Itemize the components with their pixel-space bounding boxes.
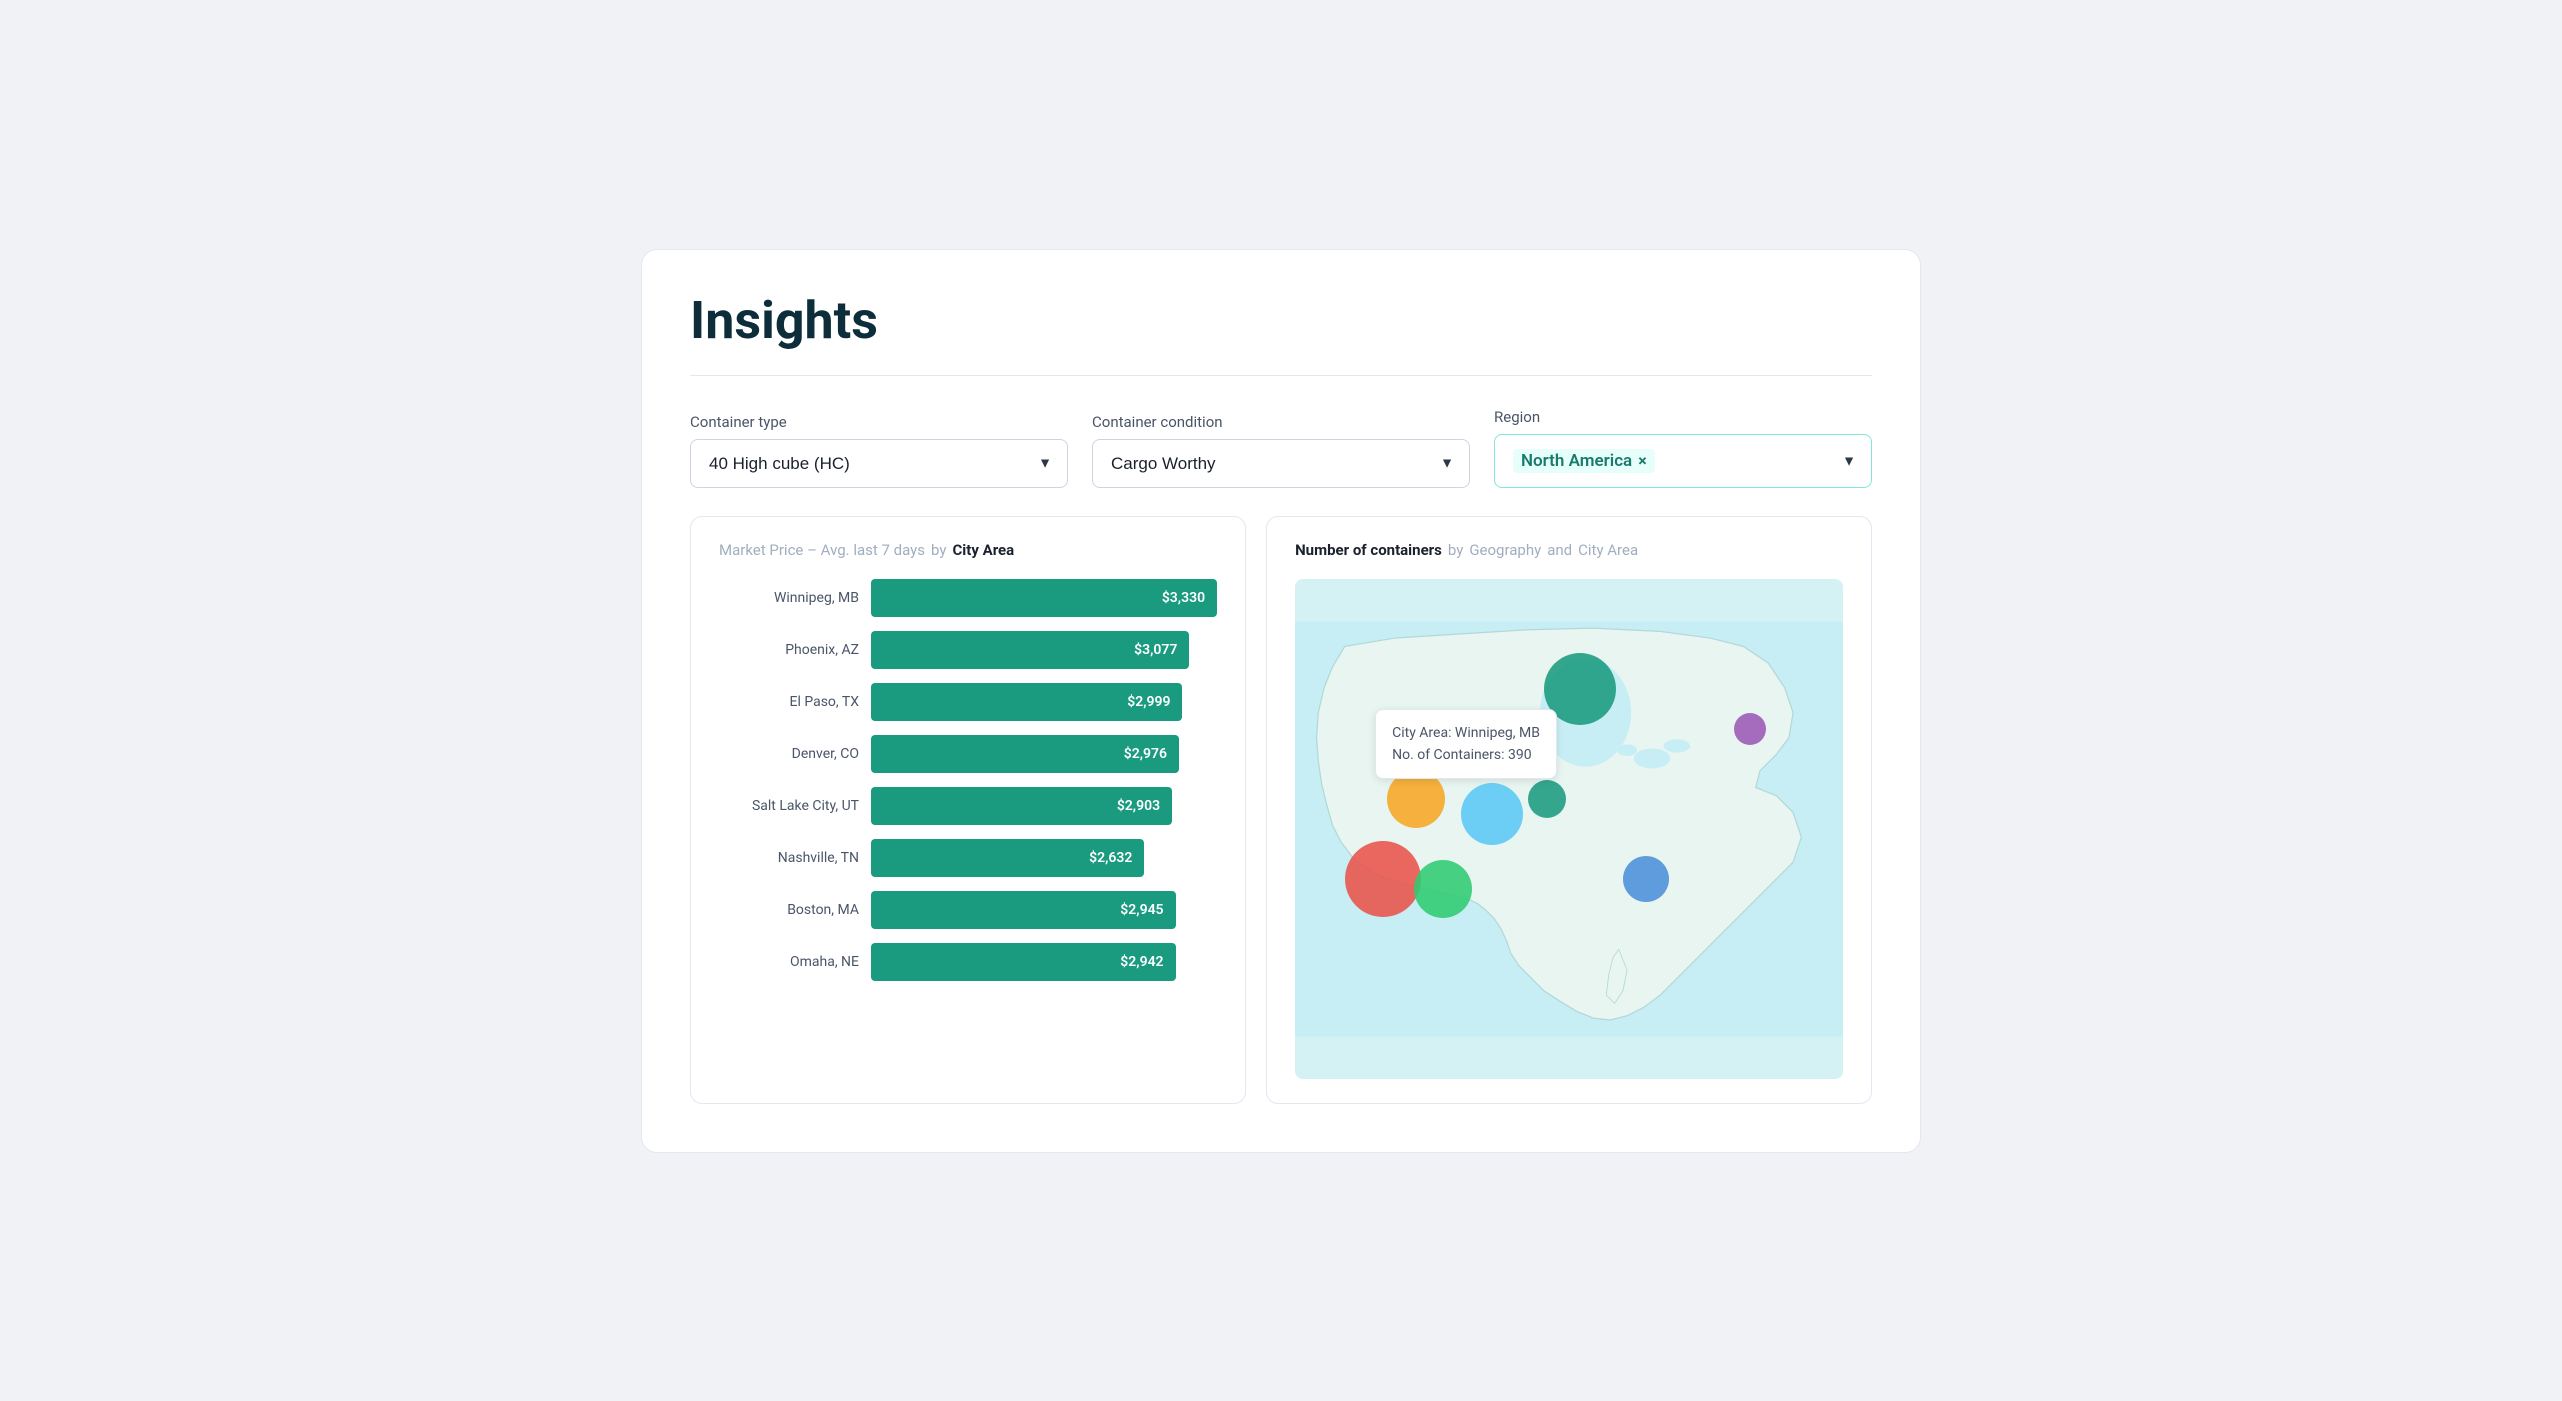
bar-fill: $2,999 — [871, 683, 1182, 721]
charts-row: Market Price – Avg. last 7 days by City … — [690, 516, 1872, 1104]
bar-row: Phoenix, AZ $3,077 — [719, 631, 1217, 669]
map-chart-card: Number of containers by Geography and Ci… — [1266, 516, 1872, 1104]
bar-value: $2,976 — [1124, 746, 1167, 762]
bar-container: $2,903 — [871, 787, 1217, 825]
map-chart-title-geo: Geography — [1469, 541, 1541, 559]
region-group: Region North America × ▼ — [1494, 408, 1872, 488]
bar-fill: $2,945 — [871, 891, 1176, 929]
bar-container: $2,976 — [871, 735, 1217, 773]
bar-label: Salt Lake City, UT — [719, 798, 859, 814]
map-tooltip-city: City Area: Winnipeg, MB — [1392, 722, 1540, 744]
bar-container: $3,330 — [871, 579, 1217, 617]
bar-row: Denver, CO $2,976 — [719, 735, 1217, 773]
map-chart-title-city: City Area — [1578, 541, 1638, 559]
bar-chart: Winnipeg, MB $3,330 Phoenix, AZ $3,077 El Pa… — [719, 579, 1217, 981]
map-chart-title: Number of containers by Geography and Ci… — [1295, 541, 1843, 559]
bar-value: $2,945 — [1120, 902, 1163, 918]
bar-row: Nashville, TN $2,632 — [719, 839, 1217, 877]
bar-label: Denver, CO — [719, 746, 859, 762]
container-condition-select[interactable]: New Cargo Worthy Wind & Water Tight As I… — [1092, 439, 1470, 488]
bar-fill: $2,632 — [871, 839, 1144, 877]
page-container: Insights Container type 20 Dry (ST) 40 D… — [641, 249, 1921, 1153]
bar-row: Salt Lake City, UT $2,903 — [719, 787, 1217, 825]
bar-chart-title-bold: City Area — [952, 541, 1014, 559]
container-type-label: Container type — [690, 413, 1068, 431]
bar-value: $3,077 — [1134, 642, 1177, 658]
bar-label: Winnipeg, MB — [719, 590, 859, 606]
bar-chart-title: Market Price – Avg. last 7 days by City … — [719, 541, 1217, 559]
divider — [690, 375, 1872, 376]
bar-fill: $3,330 — [871, 579, 1217, 617]
bar-row: Boston, MA $2,945 — [719, 891, 1217, 929]
bar-fill: $2,903 — [871, 787, 1172, 825]
bar-label: Nashville, TN — [719, 850, 859, 866]
container-type-select[interactable]: 20 Dry (ST) 40 Dry (ST) 40 High cube (HC… — [690, 439, 1068, 488]
bar-fill: $2,942 — [871, 943, 1176, 981]
container-condition-group: Container condition New Cargo Worthy Win… — [1092, 413, 1470, 488]
bar-value: $2,903 — [1117, 798, 1160, 814]
map-tooltip-containers: No. of Containers: 390 — [1392, 744, 1540, 766]
bar-row: Omaha, NE $2,942 — [719, 943, 1217, 981]
region-select-wrapper[interactable]: North America × ▼ — [1494, 434, 1872, 488]
bar-fill: $3,077 — [871, 631, 1189, 669]
region-tag-close-icon[interactable]: × — [1638, 451, 1647, 470]
bar-value: $2,942 — [1120, 954, 1163, 970]
map-container: City Area: Winnipeg, MB No. of Container… — [1295, 579, 1843, 1079]
bar-fill: $2,976 — [871, 735, 1179, 773]
bar-chart-card: Market Price – Avg. last 7 days by City … — [690, 516, 1246, 1104]
bar-label: El Paso, TX — [719, 694, 859, 710]
container-condition-select-wrapper[interactable]: New Cargo Worthy Wind & Water Tight As I… — [1092, 439, 1470, 488]
bar-label: Boston, MA — [719, 902, 859, 918]
map-svg — [1295, 579, 1843, 1079]
bar-container: $2,942 — [871, 943, 1217, 981]
bar-value: $2,632 — [1089, 850, 1132, 866]
container-type-select-wrapper[interactable]: 20 Dry (ST) 40 Dry (ST) 40 High cube (HC… — [690, 439, 1068, 488]
bar-label: Phoenix, AZ — [719, 642, 859, 658]
bar-container: $2,632 — [871, 839, 1217, 877]
bar-container: $3,077 — [871, 631, 1217, 669]
page-title: Insights — [690, 290, 1872, 351]
bar-container: $2,945 — [871, 891, 1217, 929]
bar-value: $3,330 — [1162, 590, 1205, 606]
region-chevron-icon: ▼ — [1842, 452, 1856, 469]
filters-row: Container type 20 Dry (ST) 40 Dry (ST) 4… — [690, 408, 1872, 488]
container-condition-label: Container condition — [1092, 413, 1470, 431]
region-tag-value: North America — [1521, 451, 1632, 471]
bar-chart-title-prefix: Market Price – Avg. last 7 days — [719, 541, 925, 559]
region-label: Region — [1494, 408, 1872, 426]
region-tag: North America × — [1513, 449, 1655, 473]
container-type-group: Container type 20 Dry (ST) 40 Dry (ST) 4… — [690, 413, 1068, 488]
map-chart-title-and: and — [1547, 541, 1572, 559]
map-tooltip: City Area: Winnipeg, MB No. of Container… — [1375, 709, 1557, 780]
bar-value: $2,999 — [1127, 694, 1170, 710]
bar-chart-title-by: by — [931, 541, 946, 559]
map-chart-title-bold: Number of containers — [1295, 541, 1442, 559]
bar-row: El Paso, TX $2,999 — [719, 683, 1217, 721]
bar-label: Omaha, NE — [719, 954, 859, 970]
region-select-display[interactable]: North America × — [1494, 434, 1872, 488]
bar-container: $2,999 — [871, 683, 1217, 721]
bar-row: Winnipeg, MB $3,330 — [719, 579, 1217, 617]
map-chart-title-by: by — [1448, 541, 1463, 559]
